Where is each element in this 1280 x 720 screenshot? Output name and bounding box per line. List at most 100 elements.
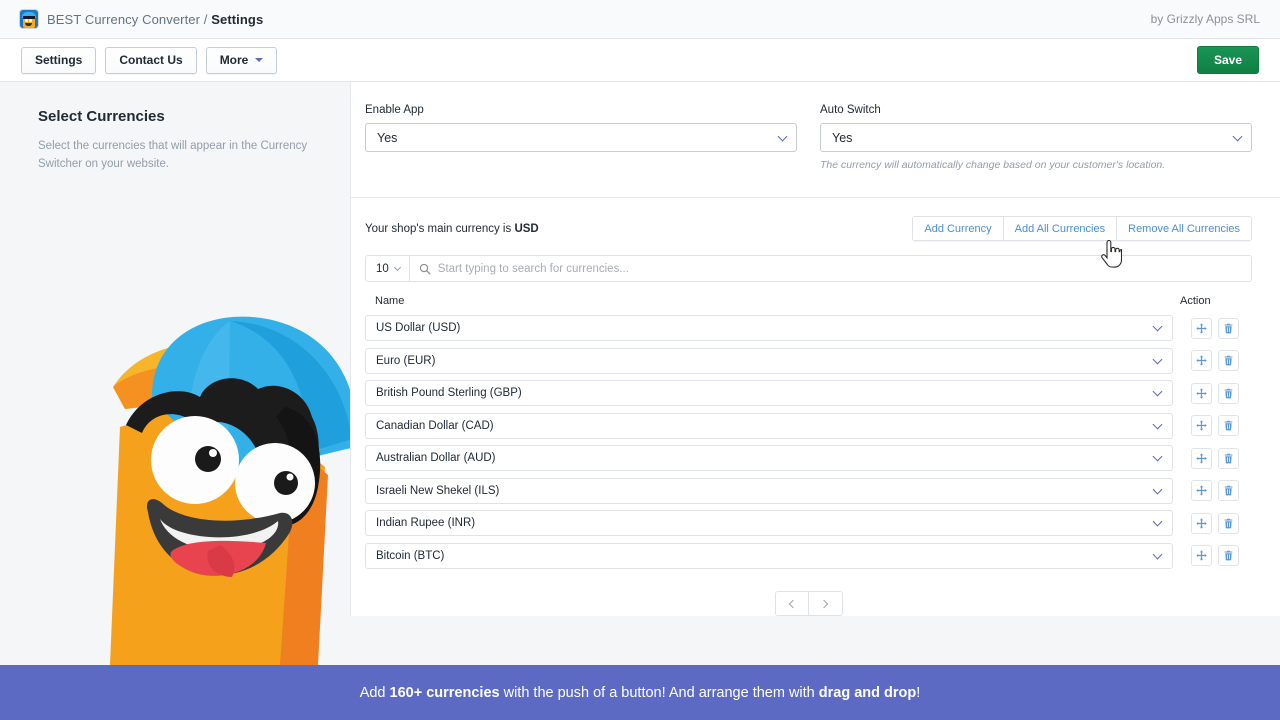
chevron-down-icon — [1154, 553, 1162, 561]
table-row: Euro (EUR) — [365, 348, 1252, 374]
breadcrumb-app-name: BEST Currency Converter — [47, 12, 200, 27]
move-arrows-icon[interactable] — [1191, 350, 1212, 371]
trash-icon[interactable] — [1218, 480, 1239, 501]
general-settings-section: Enable App Yes Auto Switch Yes — [351, 82, 1280, 197]
settings-button-label: Settings — [35, 53, 82, 67]
settings-button[interactable]: Settings — [21, 47, 96, 74]
promo-part1: Add — [360, 685, 390, 701]
trash-icon[interactable] — [1218, 448, 1239, 469]
currency-select[interactable]: British Pound Sterling (GBP) — [365, 380, 1173, 406]
table-row: Israeli New Shekel (ILS) — [365, 478, 1252, 504]
mascot-illustration — [80, 297, 380, 665]
table-header: Name Action — [365, 295, 1252, 315]
currency-actions-group: Add Currency Add All Currencies Remove A… — [912, 216, 1252, 241]
page-size-value: 10 — [376, 263, 389, 275]
sidebar-title: Select Currencies — [38, 108, 316, 125]
contact-us-button-label: Contact Us — [119, 53, 182, 67]
breadcrumb-separator: / — [204, 12, 208, 27]
currency-select[interactable]: Canadian Dollar (CAD) — [365, 413, 1173, 439]
table-row: British Pound Sterling (GBP) — [365, 380, 1252, 406]
nav-button-group: Settings Contact Us More — [21, 47, 277, 74]
currency-select[interactable]: Bitcoin (BTC) — [365, 543, 1173, 569]
breadcrumb-current: Settings — [211, 12, 263, 27]
remove-all-currencies-button[interactable]: Remove All Currencies — [1117, 217, 1251, 240]
add-currency-button[interactable]: Add Currency — [913, 217, 1003, 240]
move-arrows-icon[interactable] — [1191, 415, 1212, 436]
table-row: Australian Dollar (AUD) — [365, 445, 1252, 471]
add-all-currencies-button[interactable]: Add All Currencies — [1004, 217, 1118, 240]
currency-name: Bitcoin (BTC) — [376, 550, 444, 562]
auto-switch-select[interactable]: Yes — [820, 123, 1252, 152]
search-input[interactable] — [438, 256, 1251, 281]
currency-select[interactable]: Israeli New Shekel (ILS) — [365, 478, 1173, 504]
page-size-select[interactable]: 10 — [366, 256, 410, 281]
column-header-action: Action — [1172, 295, 1250, 307]
sidebar-description: Select the currencies that will appear i… — [38, 138, 316, 174]
contact-us-button[interactable]: Contact Us — [105, 47, 196, 74]
trash-icon[interactable] — [1218, 513, 1239, 534]
table-row: Bitcoin (BTC) — [365, 543, 1252, 569]
chevron-down-icon — [1154, 455, 1162, 463]
currency-name: Euro (EUR) — [376, 355, 435, 367]
currency-list: US Dollar (USD) — [365, 315, 1252, 581]
trash-icon[interactable] — [1218, 545, 1239, 566]
enable-app-select[interactable]: Yes — [365, 123, 797, 152]
main-currency-prefix: Your shop's main currency is — [365, 223, 511, 235]
pagination-next-button[interactable] — [809, 592, 842, 615]
auto-switch-hint: The currency will automatically change b… — [820, 159, 1252, 171]
currency-name: Australian Dollar (AUD) — [376, 452, 496, 464]
trash-icon[interactable] — [1218, 415, 1239, 436]
enable-app-label: Enable App — [365, 104, 797, 116]
chevron-down-icon — [1154, 488, 1162, 496]
currency-name: US Dollar (USD) — [376, 322, 460, 334]
search-icon — [410, 263, 438, 275]
trash-icon[interactable] — [1218, 350, 1239, 371]
pagination-prev-button[interactable] — [776, 592, 809, 615]
promo-part2: with the push of a button! And arrange t… — [500, 685, 819, 701]
app-root: BEST Currency Converter / Settings by Gr… — [0, 0, 1280, 720]
promo-highlight2: drag and drop — [819, 685, 916, 701]
chevron-down-icon — [1154, 423, 1162, 431]
table-row: Indian Rupee (INR) — [365, 510, 1252, 536]
currency-select[interactable]: Indian Rupee (INR) — [365, 510, 1173, 536]
currency-select[interactable]: Euro (EUR) — [365, 348, 1173, 374]
save-button[interactable]: Save — [1197, 46, 1259, 74]
move-arrows-icon[interactable] — [1191, 513, 1212, 534]
mascot-app-icon — [20, 10, 38, 28]
top-header-bar: BEST Currency Converter / Settings by Gr… — [0, 0, 1280, 39]
vendor-byline: by Grizzly Apps SRL — [1151, 12, 1260, 26]
trash-icon[interactable] — [1218, 318, 1239, 339]
currency-select[interactable]: US Dollar (USD) — [365, 315, 1173, 341]
chevron-down-icon — [1154, 325, 1162, 333]
move-arrows-icon[interactable] — [1191, 383, 1212, 404]
trash-icon[interactable] — [1218, 383, 1239, 404]
settings-card: Enable App Yes Auto Switch Yes — [350, 82, 1280, 616]
currency-select[interactable]: Australian Dollar (AUD) — [365, 445, 1173, 471]
enable-app-value: Yes — [377, 131, 397, 145]
chevron-down-icon — [394, 263, 401, 270]
more-button[interactable]: More — [206, 47, 278, 74]
move-arrows-icon[interactable] — [1191, 480, 1212, 501]
chevron-left-icon — [788, 599, 796, 607]
main-currency-label: Your shop's main currency is USD — [365, 223, 539, 235]
enable-app-field: Enable App Yes — [365, 104, 797, 171]
chevron-down-icon — [1154, 390, 1162, 398]
breadcrumb: BEST Currency Converter / Settings — [20, 10, 263, 28]
auto-switch-label: Auto Switch — [820, 104, 1252, 116]
chevron-down-icon — [255, 58, 263, 62]
currencies-section: Your shop's main currency is USD Add Cur… — [351, 198, 1280, 616]
promo-banner: Add 160+ currencies with the push of a b… — [0, 665, 1280, 720]
auto-switch-value: Yes — [832, 131, 852, 145]
column-header-name: Name — [375, 295, 1172, 307]
currency-name: British Pound Sterling (GBP) — [376, 387, 522, 399]
table-row: US Dollar (USD) — [365, 315, 1252, 341]
page-title: BEST Currency Converter / Settings — [47, 12, 263, 27]
move-arrows-icon[interactable] — [1191, 318, 1212, 339]
promo-highlight1: 160+ currencies — [390, 685, 500, 701]
move-arrows-icon[interactable] — [1191, 545, 1212, 566]
move-arrows-icon[interactable] — [1191, 448, 1212, 469]
currency-name: Canadian Dollar (CAD) — [376, 420, 494, 432]
auto-switch-field: Auto Switch Yes The currency will automa… — [820, 104, 1252, 171]
currency-name: Indian Rupee (INR) — [376, 517, 475, 529]
chevron-down-icon — [1154, 358, 1162, 366]
